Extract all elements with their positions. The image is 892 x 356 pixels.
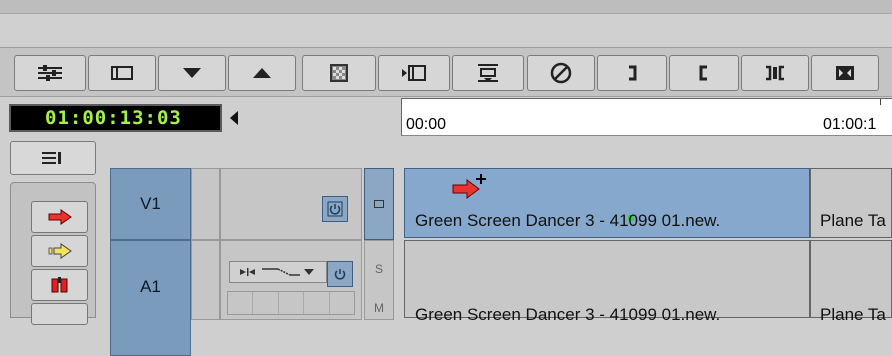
ruler-end-label: 01:00:1 bbox=[823, 116, 877, 133]
mark-in-bracket-icon bbox=[699, 65, 707, 81]
lift-button[interactable] bbox=[811, 55, 879, 91]
ruler-start-label: 00:00 bbox=[406, 116, 447, 133]
panel-next-button[interactable] bbox=[31, 303, 88, 325]
source-monitor-button[interactable] bbox=[88, 55, 156, 91]
v1-lock-column[interactable] bbox=[191, 168, 220, 240]
source-monitor-icon bbox=[111, 66, 133, 80]
audio-keyframe-button[interactable] bbox=[229, 261, 327, 283]
red-arrow-icon bbox=[48, 209, 72, 225]
v1-clip-selected[interactable]: Green Screen Dancer 3 - 41099 01.new. bbox=[404, 168, 810, 238]
raise-triangle-icon bbox=[253, 68, 271, 78]
red-film-icon bbox=[51, 277, 67, 293]
header-strip bbox=[0, 14, 892, 47]
lift-extract-button[interactable] bbox=[31, 269, 88, 301]
mark-out-button[interactable] bbox=[597, 55, 667, 91]
a1-clip[interactable]: Green Screen Dancer 3 - 41099 01.new. bbox=[404, 240, 810, 324]
mute-label[interactable]: M bbox=[374, 301, 384, 315]
v1-next-clip[interactable]: Plane Ta bbox=[810, 168, 892, 238]
v1-record-indicator[interactable] bbox=[364, 168, 394, 240]
record-square-icon bbox=[374, 200, 384, 208]
audio-keyframe-icon bbox=[240, 268, 314, 276]
left-arrow-icon[interactable] bbox=[228, 109, 240, 127]
segment-mode-red-button[interactable] bbox=[31, 201, 88, 233]
splice-button[interactable] bbox=[452, 55, 524, 91]
menu-list-icon bbox=[42, 152, 61, 164]
a1-solo-mute-column: S M bbox=[364, 240, 394, 320]
film-step-icon bbox=[402, 65, 426, 81]
timeline-toolbar bbox=[0, 47, 892, 97]
sliders-icon bbox=[38, 65, 62, 81]
track-a1-header[interactable]: A1 bbox=[110, 240, 191, 356]
v1-monitor-button[interactable] bbox=[322, 196, 348, 222]
raise-button[interactable] bbox=[228, 55, 296, 91]
ruler-tick bbox=[880, 99, 881, 105]
timeline-ruler[interactable]: 00:00 01:00:1 bbox=[401, 98, 892, 136]
level-cell[interactable] bbox=[253, 292, 279, 314]
v1-controls bbox=[220, 168, 362, 240]
track-v1-header[interactable]: V1 bbox=[110, 168, 191, 240]
power-icon bbox=[327, 201, 343, 217]
track-menu-button[interactable] bbox=[10, 141, 96, 175]
a1-lock-column[interactable] bbox=[191, 240, 220, 320]
a1-monitor-button[interactable] bbox=[327, 261, 353, 287]
a1-next-clip[interactable]: Plane Ta bbox=[810, 240, 892, 324]
left-tool-panel bbox=[10, 182, 96, 325]
step-in-button[interactable] bbox=[378, 55, 450, 91]
timecode-display: 01:00:13:03 bbox=[9, 104, 222, 132]
v1-clip-label: Green Screen Dancer 3 - 41099 01.new. bbox=[415, 211, 721, 230]
yellow-arrow-icon bbox=[48, 243, 72, 259]
segment-mode-yellow-button[interactable] bbox=[31, 235, 88, 267]
level-cell[interactable] bbox=[304, 292, 330, 314]
checkerboard-icon bbox=[330, 64, 348, 82]
lower-button[interactable] bbox=[158, 55, 226, 91]
remove-button[interactable] bbox=[527, 55, 595, 91]
window-title-bar bbox=[0, 0, 892, 14]
settings-sliders-button[interactable] bbox=[14, 55, 86, 91]
lift-icon bbox=[836, 66, 854, 80]
v1-next-clip-label: Plane Ta bbox=[820, 211, 886, 230]
a1-clip-label: Green Screen Dancer 3 - 41099 01.new. bbox=[415, 305, 721, 324]
clear-marks-icon bbox=[766, 65, 784, 81]
a1-controls bbox=[220, 240, 362, 320]
a1-level-cells bbox=[227, 291, 355, 315]
level-cell[interactable] bbox=[279, 292, 305, 314]
no-entry-icon bbox=[550, 62, 572, 84]
solo-label[interactable]: S bbox=[375, 262, 383, 276]
clear-marks-button[interactable] bbox=[741, 55, 809, 91]
level-cell[interactable] bbox=[330, 292, 354, 314]
a1-next-clip-label: Plane Ta bbox=[820, 305, 886, 324]
mark-out-bracket-icon bbox=[629, 65, 637, 81]
effect-button[interactable] bbox=[302, 55, 376, 91]
segment-cursor-icon bbox=[452, 174, 486, 199]
power-icon bbox=[334, 269, 346, 280]
splice-icon bbox=[478, 64, 498, 82]
level-cell[interactable] bbox=[228, 292, 254, 314]
mark-in-button[interactable] bbox=[669, 55, 739, 91]
lower-triangle-icon bbox=[183, 68, 201, 78]
timecode-menu-area[interactable] bbox=[222, 104, 392, 132]
